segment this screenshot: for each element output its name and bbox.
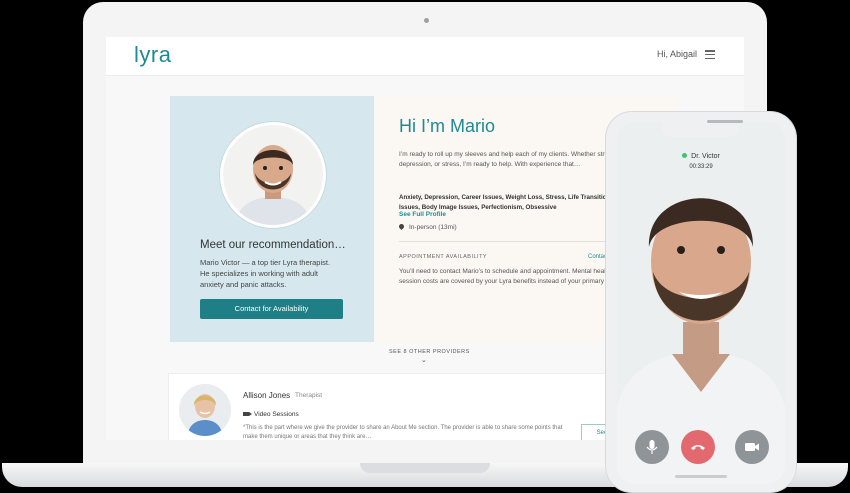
therapist-avatar: [220, 122, 326, 228]
see-full-profile-link[interactable]: See Full Profile: [399, 211, 446, 218]
end-call-button[interactable]: [681, 430, 715, 464]
contact-for-availability-button[interactable]: Contact for Availability: [200, 299, 343, 319]
mute-button[interactable]: [635, 430, 669, 464]
hamburger-menu-icon[interactable]: [705, 50, 715, 60]
live-indicator-icon: [682, 153, 688, 158]
recommendation-card: Meet our recommendation… Mario Victor — …: [170, 96, 679, 342]
home-indicator: [675, 475, 727, 478]
phone-frame: Dr. Victor 00:33:29: [606, 112, 796, 492]
laptop-notch: [360, 463, 490, 473]
video-call-screen: Dr. Victor 00:33:29: [617, 122, 785, 484]
session-type-label: Video Sessions: [254, 411, 299, 418]
session-type: Video Sessions: [243, 411, 299, 418]
hang-up-icon: [691, 445, 705, 450]
provider-role: Therapist: [295, 392, 323, 399]
caller-name: Dr. Victor: [617, 153, 785, 160]
call-timer: 00:33:29: [689, 164, 713, 170]
therapist-summary: Mario Victor — a top tier Lyra therapist…: [200, 258, 331, 289]
chevron-down-icon[interactable]: ⌄: [421, 356, 427, 364]
provider-name: Allison Jones: [243, 391, 291, 400]
availability-label: APPOINTMENT AVAILABILITY: [399, 254, 488, 260]
therapist-greeting-title: Hi I’m Mario: [399, 116, 496, 136]
meet-recommendation-title: Meet our recommendation…: [200, 239, 346, 251]
location-pin-icon: [397, 222, 406, 231]
video-camera-icon: [745, 443, 759, 451]
video-camera-icon: [243, 412, 252, 416]
recommendation-left-panel: Meet our recommendation… Mario Victor — …: [170, 96, 374, 342]
lyra-logo[interactable]: lyra: [134, 42, 171, 68]
camera-icon: [424, 18, 429, 23]
provider-avatar: [179, 384, 231, 436]
microphone-icon: [646, 440, 658, 454]
toggle-video-button[interactable]: [735, 430, 769, 464]
caller-name-label: Dr. Victor: [691, 153, 720, 160]
provider-description: *This is the part where we give the prov…: [243, 425, 563, 440]
in-person-location: In-person (13mi): [397, 222, 457, 231]
app-header: lyra Hi, Abigail: [106, 37, 744, 76]
in-person-label: In-person (13mi): [409, 224, 457, 231]
provider-list-item[interactable]: Allison Jones Therapist Video Sessions *…: [168, 373, 680, 440]
user-greeting[interactable]: Hi, Abigail: [657, 49, 697, 59]
see-other-providers-link[interactable]: SEE 8 OTHER PROVIDERS: [389, 349, 470, 355]
phone-notch: [662, 122, 740, 137]
phone-speaker: [707, 120, 743, 123]
